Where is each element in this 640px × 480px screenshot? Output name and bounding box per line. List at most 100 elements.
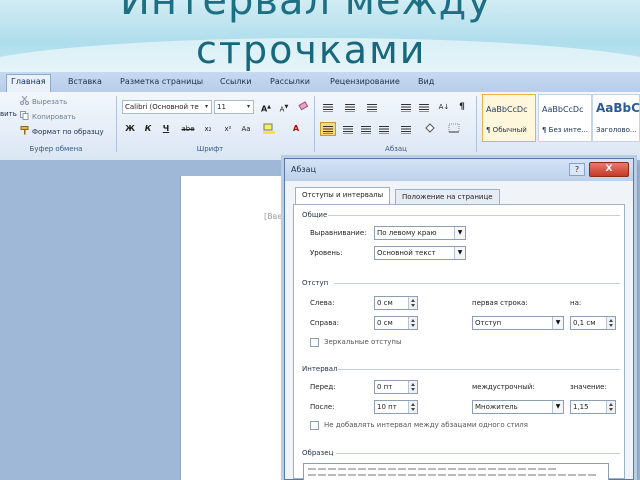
slide-header: Интервал между строчками [0, 0, 640, 72]
close-button[interactable]: X [589, 162, 629, 177]
format-painter-label: Формат по образцу [32, 128, 104, 136]
tab-mailings[interactable]: Рассылки [266, 75, 314, 91]
style-name: ¶ Обычный [486, 126, 527, 134]
tab-review[interactable]: Рецензирование [326, 75, 404, 91]
multilevel-list-button[interactable] [364, 100, 380, 114]
change-case-button[interactable]: Aa [238, 122, 254, 136]
show-marks-button[interactable]: ¶ [454, 100, 470, 114]
spacing-before-value: 0 пт [377, 383, 393, 391]
alignment-select[interactable]: По левому краю ▼ [374, 226, 466, 240]
spinner-arrows-icon[interactable] [408, 317, 417, 329]
tab-indents-spacing[interactable]: Отступы и интервалы [295, 187, 391, 205]
indent-left-field[interactable]: 0 см [374, 296, 418, 310]
subscript-button[interactable]: x₂ [200, 122, 216, 136]
numbering-button[interactable] [342, 100, 358, 114]
help-button[interactable]: ? [569, 163, 585, 176]
level-label: Уровень: [310, 249, 343, 257]
brush-icon [20, 126, 29, 135]
cut-button[interactable]: Вырезать [20, 95, 68, 108]
line-spacing-select[interactable]: Множитель ▼ [472, 400, 564, 414]
borders-button[interactable] [446, 122, 462, 136]
spinner-arrows-icon[interactable] [408, 381, 417, 393]
format-painter-button[interactable]: Формат по образцу [20, 126, 104, 138]
style-sample: AaBbCcDc [486, 105, 528, 114]
grow-font-button[interactable]: A▲ [258, 100, 274, 114]
preview-section-title: Образец [302, 449, 334, 457]
spacing-value-label: значение: [570, 383, 607, 391]
italic-button[interactable]: К [140, 122, 156, 136]
justify-button[interactable] [376, 122, 392, 136]
justify-icon [379, 126, 389, 134]
underline-button[interactable]: Ч [158, 122, 174, 136]
no-space-same-style-checkbox[interactable] [310, 421, 319, 430]
align-center-button[interactable] [340, 122, 356, 136]
sort-button[interactable]: A↓ [436, 100, 452, 114]
tab-insert[interactable]: Вставка [64, 75, 106, 91]
spacing-value-field[interactable]: 1,15 [570, 400, 616, 414]
spacing-after-field[interactable]: 10 пт [374, 400, 418, 414]
first-line-select[interactable]: Отступ ▼ [472, 316, 564, 330]
font-name-select[interactable]: Calibri (Основной те ▾ [122, 100, 212, 114]
line-spacing-button[interactable] [398, 122, 414, 136]
preview-line [308, 468, 558, 470]
font-size-value: 11 [217, 103, 226, 111]
slide-title-line1: Интервал между [120, 0, 492, 24]
style-heading[interactable]: AaBbC Заголово... [592, 94, 640, 142]
spacing-before-field[interactable]: 0 пт [374, 380, 418, 394]
tab-home[interactable]: Главная [6, 74, 51, 92]
spinner-arrows-icon[interactable] [606, 401, 615, 413]
indent-right-label: Справа: [310, 319, 339, 327]
align-right-button[interactable] [358, 122, 374, 136]
first-line-value: Отступ [475, 319, 502, 327]
spinner-arrows-icon[interactable] [408, 401, 417, 413]
mirror-indents-checkbox[interactable] [310, 338, 319, 347]
pilcrow-icon: ¶ [459, 102, 465, 112]
style-normal[interactable]: AaBbCcDc ¶ Обычный [482, 94, 536, 142]
level-value: Основной текст [377, 249, 436, 257]
copy-button[interactable]: Копировать [20, 111, 76, 123]
style-name: ¶ Без инте... [542, 126, 588, 134]
document-page[interactable] [180, 176, 300, 480]
tab-references[interactable]: Ссылки [216, 75, 255, 91]
font-color-button[interactable]: A [288, 122, 304, 136]
font-size-select[interactable]: 11 ▾ [214, 100, 254, 114]
chevron-down-icon: ▾ [204, 103, 208, 110]
align-left-button[interactable] [320, 122, 336, 136]
alignment-label: Выравнивание: [310, 229, 367, 237]
cut-label: Вырезать [32, 98, 68, 106]
style-name: Заголово... [596, 126, 637, 134]
shrink-font-button[interactable]: A▼ [276, 100, 292, 114]
bullets-button[interactable] [320, 100, 336, 114]
strikethrough-button[interactable]: abe [180, 122, 196, 136]
paste-button[interactable]: вить [0, 108, 17, 120]
document-placeholder: [Вве [264, 212, 283, 221]
clear-format-button[interactable] [296, 100, 312, 114]
preview-box [303, 463, 609, 480]
spinner-arrows-icon[interactable] [408, 297, 417, 309]
sort-icon: A↓ [438, 103, 450, 111]
decrease-indent-button[interactable] [398, 100, 414, 114]
style-no-spacing[interactable]: AaBbCcDc ¶ Без инте... [538, 94, 592, 142]
general-section-title: Общие [302, 211, 328, 219]
spinner-arrows-icon[interactable] [606, 317, 615, 329]
copy-icon [20, 111, 29, 120]
tab-line-page-breaks[interactable]: Положение на странице [395, 189, 500, 205]
group-divider [476, 96, 477, 152]
indent-left-label: Слева: [310, 299, 335, 307]
numbering-icon [345, 104, 355, 112]
shading-button[interactable] [422, 122, 438, 136]
superscript-button[interactable]: x² [220, 122, 236, 136]
tab-view[interactable]: Вид [414, 75, 438, 91]
highlight-button[interactable] [262, 122, 278, 136]
alignment-value: По левому краю [377, 229, 437, 237]
increase-indent-button[interactable] [416, 100, 432, 114]
tab-page-layout[interactable]: Разметка страницы [116, 75, 207, 91]
spacing-value-value: 1,15 [573, 403, 589, 411]
bold-button[interactable]: Ж [122, 122, 138, 136]
indent-right-field[interactable]: 0 см [374, 316, 418, 330]
group-divider [314, 96, 315, 152]
ribbon-tabs: Главная Вставка Разметка страницы Ссылки… [0, 72, 640, 92]
indent-by-field[interactable]: 0,1 см [570, 316, 616, 330]
no-space-same-style-label: Не добавлять интервал между абзацами одн… [324, 421, 528, 429]
level-select[interactable]: Основной текст ▼ [374, 246, 466, 260]
